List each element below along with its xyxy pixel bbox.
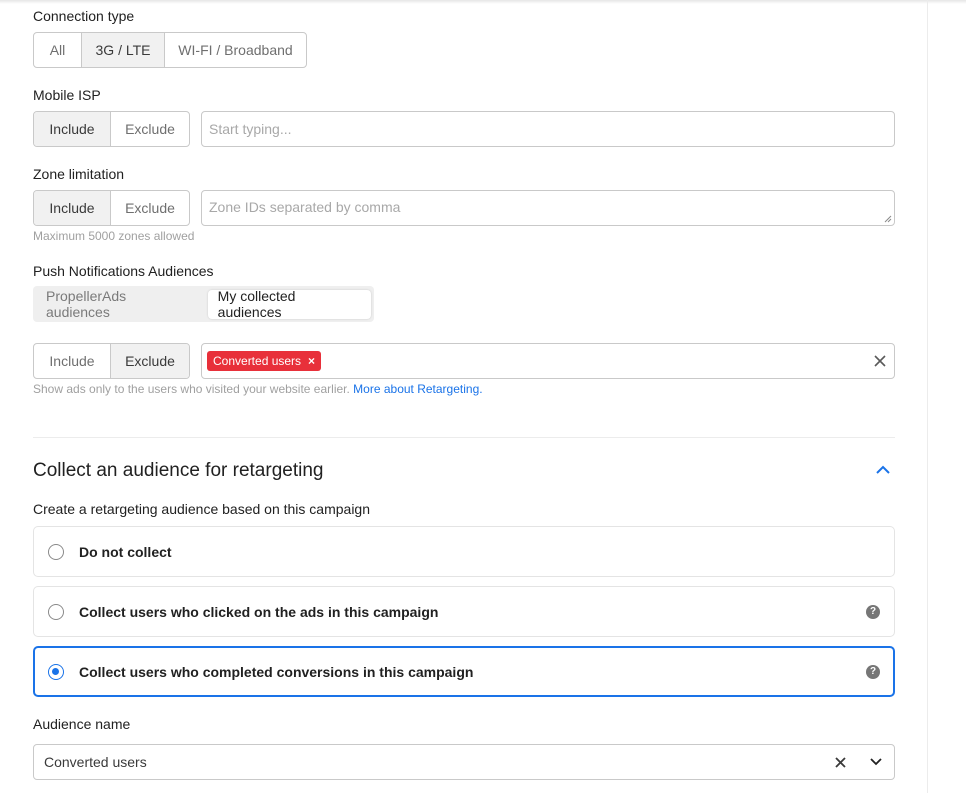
zone-ids-placeholder: Zone IDs separated by comma [209, 199, 401, 215]
audience-name-label: Audience name [33, 716, 131, 732]
radio-button[interactable] [48, 543, 64, 560]
audience-multiselect[interactable]: Converted users × [201, 343, 895, 379]
zone-ids-textarea[interactable]: Zone IDs separated by comma [201, 190, 895, 226]
tab-propellerads-audiences[interactable]: PropellerAds audiences [36, 288, 202, 320]
radio-button-selected[interactable] [48, 663, 64, 680]
audience-tag-label: Converted users [213, 354, 302, 368]
connection-3g-option[interactable]: 3G / LTE [82, 33, 165, 67]
push-audiences-label: Push Notifications Audiences [33, 263, 214, 279]
clear-selection-icon[interactable] [835, 756, 846, 768]
zone-limitation-toggle: Include Exclude [33, 190, 190, 226]
resize-handle-icon[interactable] [884, 215, 892, 223]
chevron-up-icon[interactable] [876, 465, 890, 474]
zone-exclude-button[interactable]: Exclude [111, 191, 189, 225]
right-border [927, 0, 928, 793]
push-audiences-toggle: Include Exclude [33, 343, 190, 379]
clear-icon[interactable] [874, 355, 886, 367]
retargeting-subtitle: Create a retargeting audience based on t… [33, 501, 370, 517]
mobile-isp-include-button[interactable]: Include [34, 112, 111, 146]
connection-type-segmented: All 3G / LTE WI-FI / Broadband [33, 32, 307, 68]
retargeting-hint: Show ads only to the users who visited y… [33, 382, 483, 396]
option-label: Collect users who completed conversions … [79, 663, 474, 680]
audience-source-tabs: PropellerAds audiences My collected audi… [33, 286, 374, 322]
section-divider [33, 437, 895, 438]
help-icon[interactable]: ? [866, 604, 880, 619]
audience-tag: Converted users × [207, 351, 322, 371]
connection-all-option[interactable]: All [34, 33, 82, 67]
mobile-isp-toggle: Include Exclude [33, 111, 190, 147]
connection-type-label: Connection type [33, 8, 135, 24]
zone-include-button[interactable]: Include [34, 191, 111, 225]
chevron-down-icon[interactable] [870, 758, 882, 766]
mobile-isp-exclude-button[interactable]: Exclude [111, 112, 189, 146]
mobile-isp-input[interactable]: Start typing... [201, 111, 895, 147]
connection-wifi-option[interactable]: WI-FI / Broadband [165, 33, 306, 67]
retargeting-hint-text: Show ads only to the users who visited y… [33, 382, 350, 396]
push-include-button[interactable]: Include [34, 344, 111, 378]
option-label: Do not collect [79, 543, 172, 560]
option-collect-clicked[interactable]: Collect users who clicked on the ads in … [33, 586, 895, 637]
zone-limitation-label: Zone limitation [33, 166, 125, 182]
radio-button[interactable] [48, 603, 64, 620]
retargeting-section-title: Collect an audience for retargeting [33, 460, 324, 481]
audience-name-value: Converted users [44, 754, 147, 770]
option-collect-converted[interactable]: Collect users who completed conversions … [33, 646, 895, 697]
remove-tag-icon[interactable]: × [308, 354, 315, 368]
zone-limit-hint: Maximum 5000 zones allowed [33, 229, 195, 243]
option-do-not-collect[interactable]: Do not collect [33, 526, 895, 577]
audience-name-select[interactable]: Converted users [33, 744, 895, 780]
top-shadow [0, 0, 966, 4]
tab-my-collected-audiences[interactable]: My collected audiences [207, 288, 371, 320]
option-label: Collect users who clicked on the ads in … [79, 603, 439, 620]
help-icon[interactable]: ? [866, 664, 880, 679]
mobile-isp-label: Mobile ISP [33, 87, 101, 103]
more-about-retargeting-link[interactable]: More about Retargeting. [353, 382, 482, 396]
push-exclude-button[interactable]: Exclude [111, 344, 189, 378]
